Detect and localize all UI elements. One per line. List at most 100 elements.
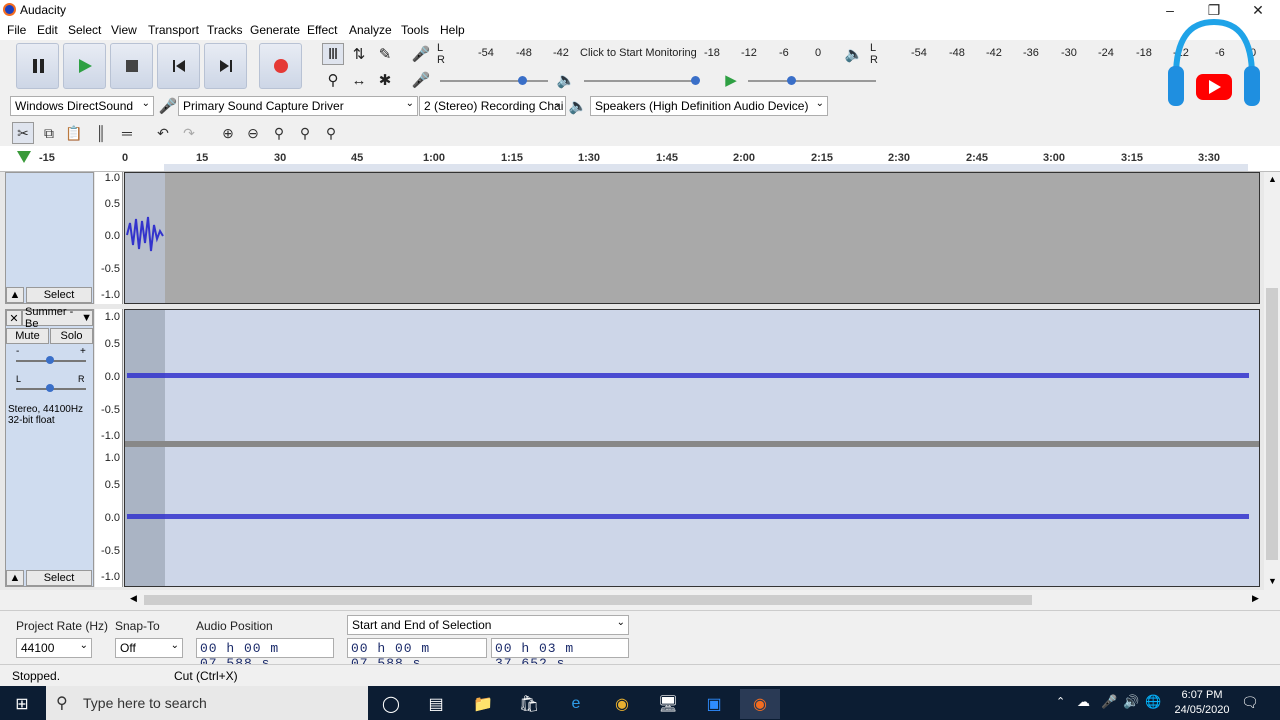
network-icon[interactable]: 🌐 bbox=[1145, 694, 1161, 710]
skip-start-icon bbox=[172, 60, 185, 72]
menu-effect[interactable]: Effect bbox=[307, 23, 337, 37]
menu-generate[interactable]: Generate bbox=[250, 23, 300, 37]
fit-project-icon[interactable]: ⚲ bbox=[294, 122, 316, 144]
fit-selection-icon[interactable]: ⚲ bbox=[268, 122, 290, 144]
selection-mode-select[interactable]: Start and End of Selection ⌄ bbox=[347, 615, 629, 635]
recording-device-select[interactable]: Primary Sound Capture Driver ⌄ bbox=[178, 96, 418, 116]
recording-channels-select[interactable]: 2 (Stereo) Recording Chai ⌄ bbox=[419, 96, 566, 116]
envelope-tool-icon[interactable]: ⇅ bbox=[348, 43, 370, 65]
store-icon[interactable]: 🛍 bbox=[509, 689, 549, 719]
menu-file[interactable]: File bbox=[7, 23, 26, 37]
mute-button[interactable]: Mute bbox=[6, 328, 49, 344]
output-volume-thumb[interactable] bbox=[691, 76, 700, 85]
microphone-meter-icon[interactable]: 🎤 bbox=[410, 43, 432, 65]
file-explorer-icon[interactable]: 📁 bbox=[463, 689, 503, 719]
paste-icon[interactable]: 📋 bbox=[63, 122, 85, 144]
menu-help[interactable]: Help bbox=[440, 23, 465, 37]
notifications-icon[interactable]: 🗨 bbox=[1241, 694, 1259, 711]
gain-thumb[interactable] bbox=[46, 356, 54, 364]
taskbar-time[interactable]: 6:07 PM bbox=[1172, 689, 1232, 701]
edge-icon[interactable]: e bbox=[556, 689, 596, 719]
skip-to-start-button[interactable] bbox=[157, 43, 200, 89]
windows-start-icon[interactable]: ⊞ bbox=[2, 689, 42, 719]
microphone-tray-icon[interactable]: 🎤 bbox=[1101, 694, 1117, 710]
vertical-scroll-thumb[interactable] bbox=[1266, 288, 1278, 560]
zoom-in-icon[interactable]: ⊕ bbox=[217, 122, 239, 144]
draw-tool-icon[interactable]: ✎ bbox=[374, 43, 396, 65]
scroll-right-icon[interactable]: ▶ bbox=[1252, 593, 1259, 604]
copy-icon[interactable]: ⧉ bbox=[38, 122, 60, 144]
pan-thumb[interactable] bbox=[46, 384, 54, 392]
menu-tracks[interactable]: Tracks bbox=[207, 23, 243, 37]
time-shift-tool-icon[interactable]: ↔ bbox=[348, 69, 370, 91]
track1-control-panel[interactable]: ▲ Select bbox=[5, 172, 94, 304]
audio-host-select[interactable]: Windows DirectSound ⌄ bbox=[10, 96, 154, 116]
snap-to-select[interactable]: Off ⌄ bbox=[115, 638, 183, 658]
redo-icon[interactable]: ↷ bbox=[178, 122, 200, 144]
scroll-up-icon[interactable]: ▲ bbox=[1268, 174, 1277, 184]
scroll-down-icon[interactable]: ▼ bbox=[1268, 576, 1277, 586]
cortana-icon[interactable]: ◯ bbox=[371, 689, 411, 719]
track-area[interactable]: ▲ Select 1.0 0.5 0.0 -0.5 -1.0 ✕ Summer … bbox=[0, 172, 1264, 590]
play-speed-thumb[interactable] bbox=[787, 76, 796, 85]
selection-end-field[interactable]: 00 h 03 m 37.652 s bbox=[491, 638, 629, 671]
input-volume-slider[interactable] bbox=[440, 80, 548, 82]
volume-icon[interactable]: 🔊 bbox=[1123, 694, 1139, 710]
silence-audio-icon[interactable]: ═ bbox=[116, 122, 138, 144]
horizontal-scroll-thumb[interactable] bbox=[144, 595, 1032, 605]
selection-start-field[interactable]: 00 h 00 m 07.588 s bbox=[347, 638, 487, 671]
track-close-icon[interactable]: ✕ bbox=[6, 310, 22, 326]
solo-button[interactable]: Solo bbox=[50, 328, 93, 344]
cut-icon[interactable]: ✂ bbox=[12, 122, 34, 144]
input-volume-thumb[interactable] bbox=[518, 76, 527, 85]
zoom-tool-icon[interactable]: ⚲ bbox=[322, 69, 344, 91]
horizontal-scrollbar[interactable]: ◀ ▶ bbox=[128, 592, 1264, 608]
menu-select[interactable]: Select bbox=[68, 23, 101, 37]
record-button[interactable] bbox=[259, 43, 302, 89]
play-at-speed-icon[interactable]: ▶ bbox=[720, 69, 742, 91]
zoom-out-icon[interactable]: ⊖ bbox=[242, 122, 264, 144]
audio-position-field[interactable]: 00 h 00 m 07.588 s bbox=[196, 638, 334, 671]
track1-waveform[interactable] bbox=[124, 172, 1260, 304]
menu-transport[interactable]: Transport bbox=[148, 23, 199, 37]
trim-audio-icon[interactable]: ║ bbox=[90, 122, 112, 144]
pause-button[interactable] bbox=[16, 43, 59, 89]
vertical-scrollbar[interactable]: ▲ ▼ bbox=[1264, 172, 1280, 590]
click-to-start-monitoring[interactable]: Click to Start Monitoring bbox=[580, 47, 697, 59]
remote-desktop-icon[interactable]: 🖥 bbox=[648, 689, 688, 719]
menu-view[interactable]: View bbox=[111, 23, 137, 37]
multi-tool-icon[interactable]: ✱ bbox=[374, 69, 396, 91]
track2-waveform[interactable] bbox=[124, 309, 1260, 587]
menu-analyze[interactable]: Analyze bbox=[349, 23, 392, 37]
chrome-icon[interactable]: ◉ bbox=[602, 689, 642, 719]
menu-edit[interactable]: Edit bbox=[37, 23, 58, 37]
taskbar-search-box[interactable]: ⚲ Type here to search bbox=[46, 686, 368, 720]
track1-select-button[interactable]: Select bbox=[26, 287, 92, 303]
task-view-icon[interactable]: ▤ bbox=[416, 689, 456, 719]
speaker-meter-icon[interactable]: 🔈 bbox=[843, 43, 865, 65]
audacity-taskbar-icon[interactable]: ◉ bbox=[740, 689, 780, 719]
play-speed-slider[interactable] bbox=[748, 80, 876, 82]
undo-icon[interactable]: ↶ bbox=[152, 122, 174, 144]
collapse-icon[interactable]: ▲ bbox=[6, 570, 24, 586]
track2-control-panel[interactable]: ✕ Summer - Be ▼ Mute Solo - + L R Stereo,… bbox=[5, 306, 94, 587]
skip-to-end-button[interactable] bbox=[204, 43, 247, 89]
timeline-ruler[interactable]: -15 0 15 30 45 1:00 1:15 1:30 1:45 2:00 … bbox=[0, 146, 1280, 172]
playback-device-select[interactable]: Speakers (High Definition Audio Device) ⌄ bbox=[590, 96, 828, 116]
collapse-icon[interactable]: ▲ bbox=[6, 287, 24, 303]
play-button[interactable] bbox=[63, 43, 106, 89]
zoom-app-icon[interactable]: ▣ bbox=[694, 689, 734, 719]
stop-button[interactable] bbox=[110, 43, 153, 89]
scroll-left-icon[interactable]: ◀ bbox=[130, 593, 137, 604]
tray-overflow-icon[interactable]: ⌃ bbox=[1056, 695, 1065, 708]
menu-tools[interactable]: Tools bbox=[401, 23, 429, 37]
taskbar-date[interactable]: 24/05/2020 bbox=[1172, 704, 1232, 716]
onedrive-icon[interactable]: ☁ bbox=[1077, 694, 1090, 710]
channel-divider bbox=[125, 441, 1259, 447]
zoom-toggle-icon[interactable]: ⚲ bbox=[320, 122, 342, 144]
output-volume-slider[interactable] bbox=[584, 80, 698, 82]
track2-name-menu[interactable]: Summer - Be ▼ bbox=[22, 306, 93, 330]
selection-tool-icon[interactable]: Ⅲ bbox=[322, 43, 344, 65]
project-rate-select[interactable]: 44100 ⌄ bbox=[16, 638, 92, 658]
track2-select-button[interactable]: Select bbox=[26, 570, 92, 586]
